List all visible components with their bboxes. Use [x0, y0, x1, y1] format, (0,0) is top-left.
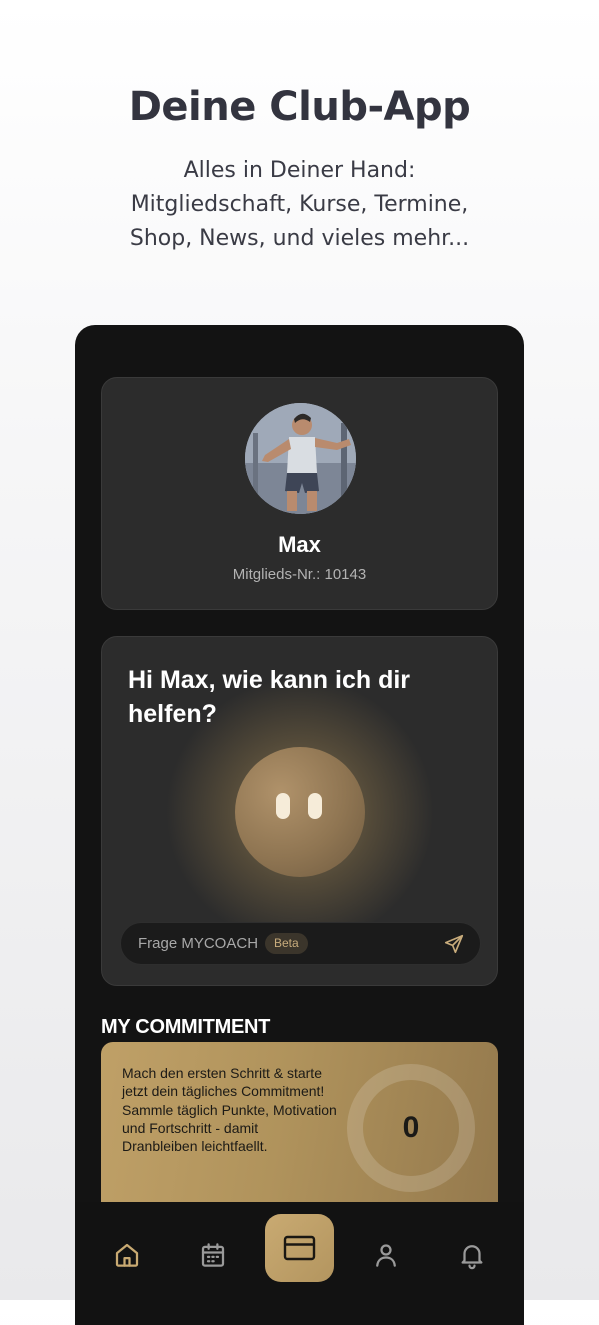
- profile-name: Max: [278, 532, 321, 557]
- commitment-description: Mach den ersten Schritt & starte jetzt d…: [122, 1065, 337, 1155]
- membership-card-button[interactable]: [265, 1214, 334, 1282]
- membership-card-icon: [283, 1235, 316, 1261]
- coach-card: Hi Max, wie kann ich dir helfen? Frage M…: [101, 636, 498, 986]
- commitment-count: 0: [402, 1111, 420, 1144]
- coach-avatar-orb[interactable]: [235, 747, 365, 877]
- home-icon[interactable]: [112, 1240, 142, 1270]
- bottom-tabbar: [75, 1202, 524, 1325]
- profile-card[interactable]: Max Mitglieds-Nr.: 10143: [101, 377, 498, 610]
- coach-input[interactable]: Frage MYCOACH Beta: [120, 922, 481, 965]
- promo-subtitle-line: Mitgliedschaft, Kurse, Termine,: [130, 192, 469, 217]
- commitment-title: MY COMMITMENT: [101, 1016, 271, 1038]
- member-number: Mitglieds-Nr.: 10143: [232, 566, 367, 583]
- calendar-icon[interactable]: [198, 1240, 228, 1270]
- profile-icon[interactable]: [371, 1240, 401, 1270]
- coach-eye-right: [308, 793, 322, 819]
- promo-title: Deine Club-App: [128, 84, 471, 130]
- phone-screen: Max Mitglieds-Nr.: 10143 Hi Max, wie kan…: [75, 325, 524, 1325]
- coach-eye-left: [276, 793, 290, 819]
- promo-subtitle: Alles in Deiner Hand: Mitgliedschaft, Ku…: [0, 154, 599, 256]
- bell-icon[interactable]: [457, 1240, 487, 1270]
- commitment-counter-ring: 0: [347, 1064, 475, 1192]
- commitment-card[interactable]: Mach den ersten Schritt & starte jetzt d…: [101, 1042, 498, 1222]
- coach-greeting: Hi Max, wie kann ich dir helfen?: [128, 666, 411, 728]
- beta-badge: Beta: [265, 933, 308, 954]
- promo-subtitle-line: Shop, News, und vieles mehr...: [129, 226, 470, 251]
- coach-input-placeholder: Frage MYCOACH: [138, 935, 259, 952]
- promo-subtitle-line: Alles in Deiner Hand:: [183, 158, 416, 183]
- avatar[interactable]: [245, 403, 356, 514]
- send-icon[interactable]: [443, 933, 465, 955]
- avatar-photo: [245, 403, 356, 514]
